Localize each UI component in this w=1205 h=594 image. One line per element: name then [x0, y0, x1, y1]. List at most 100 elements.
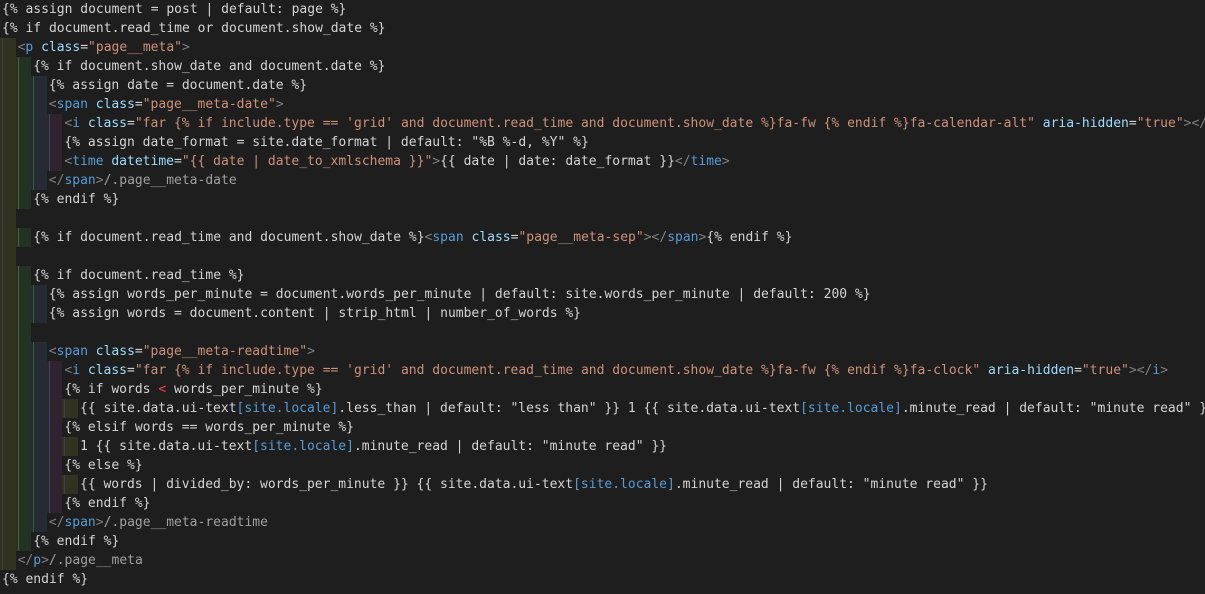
code-text: {% assign date_format = site.date_format…: [64, 133, 588, 152]
code-text: <i class="far {% if include.type == 'gri…: [64, 361, 1168, 380]
code-line[interactable]: {% assign words = document.content | str…: [0, 304, 1205, 323]
code-line[interactable]: {% assign date_format = site.date_format…: [0, 133, 1205, 152]
code-line[interactable]: {% assign words_per_minute = document.wo…: [0, 285, 1205, 304]
indent-guide: [2, 228, 3, 247]
indent-guide: [2, 551, 3, 570]
code-line[interactable]: {% if document.read_time and document.sh…: [0, 228, 1205, 247]
code-text: {% endif %}: [2, 570, 88, 589]
code-token: {% assign words = document.content | str…: [48, 306, 582, 321]
code-text: <time datetime="{{ date | date_to_xmlsch…: [64, 152, 729, 171]
indent-guide: [2, 114, 3, 133]
indent-guide: [33, 285, 35, 304]
code-token: fa-fw: [776, 116, 824, 131]
code-line[interactable]: {{ words | divided_by: words_per_minute …: [0, 475, 1205, 494]
code-line[interactable]: </span>/.page__meta-date: [0, 171, 1205, 190]
code-token: >: [721, 154, 730, 169]
code-token: i: [1152, 363, 1161, 378]
code-token: span: [432, 230, 464, 245]
code-token: </: [48, 173, 65, 188]
code-token: =: [134, 344, 143, 359]
indent-guide: [48, 437, 50, 456]
code-line[interactable]: {{ site.data.ui-text[site.locale].less_t…: [0, 399, 1205, 418]
code-line[interactable]: </span>/.page__meta-readtime: [0, 513, 1205, 532]
code-line[interactable]: <span class="page__meta-date">: [0, 95, 1205, 114]
code-line[interactable]: {% elsif words == words_per_minute %}: [0, 418, 1205, 437]
code-line[interactable]: <p class="page__meta">: [0, 38, 1205, 57]
code-line[interactable]: {% if document.show_date and document.da…: [0, 57, 1205, 76]
code-token: 1 {{ site.data.ui-text: [80, 439, 253, 454]
code-token: >: [1160, 363, 1169, 378]
code-line[interactable]: </p>/.page__meta: [0, 551, 1205, 570]
code-editor[interactable]: {% assign document = post | default: pag…: [0, 0, 1205, 594]
code-text: {% else %}: [64, 456, 142, 475]
code-line[interactable]: [0, 209, 1205, 228]
code-line[interactable]: [0, 323, 1205, 342]
code-text: {% if words < words_per_minute %}: [64, 380, 322, 399]
code-token: aria-hidden: [1042, 116, 1129, 131]
code-line[interactable]: {% else %}: [0, 456, 1205, 475]
code-token: {% elsif words == words_per_minute %}: [64, 420, 354, 435]
indent-guide: [33, 494, 35, 513]
code-line[interactable]: {% assign document = post | default: pag…: [0, 0, 1205, 19]
code-text: </p>/.page__meta: [18, 551, 143, 570]
indent-guide: [2, 361, 3, 380]
code-token: class: [95, 344, 135, 359]
code-token: </: [674, 154, 691, 169]
indent-guide: [33, 418, 35, 437]
code-token: time: [690, 154, 722, 169]
indent-guide: [17, 418, 19, 437]
code-line[interactable]: {% if document.read_time %}: [0, 266, 1205, 285]
indent-guide: [33, 76, 35, 95]
code-text: {% endif %}: [64, 494, 150, 513]
code-token: [site.locale]: [252, 439, 354, 454]
indent-guide: [33, 456, 35, 475]
indent-guide: [2, 380, 3, 399]
code-text: <span class="page__meta-readtime">: [49, 342, 315, 361]
code-line[interactable]: <i class="far {% if include.type == 'gri…: [0, 114, 1205, 133]
code-text: {% if document.read_time or document.sho…: [2, 19, 386, 38]
indent-guide: [48, 152, 50, 171]
indent-guide: [48, 418, 50, 437]
indent-guide: [17, 152, 19, 171]
code-token: {% assign date = document.date %}: [48, 78, 308, 93]
code-token: >: [95, 173, 104, 188]
indent-guide: [17, 513, 19, 532]
indent-guide: [17, 304, 19, 323]
code-line[interactable]: {% endif %}: [0, 190, 1205, 209]
code-line[interactable]: <time datetime="{{ date | date_to_xmlsch…: [0, 152, 1205, 171]
code-token: /.page__meta-date: [103, 173, 237, 188]
indent-guide: [48, 361, 50, 380]
code-token: {% if document.read_time or document.sho…: [2, 21, 386, 36]
code-line[interactable]: [0, 247, 1205, 266]
code-token: =: [173, 154, 182, 169]
code-text: {% if document.read_time %}: [33, 266, 244, 285]
code-line[interactable]: {% endif %}: [0, 532, 1205, 551]
indent-guide: [33, 475, 35, 494]
code-token: =: [134, 97, 143, 112]
code-token: {% endif %}: [823, 363, 910, 378]
indent-guide: [2, 418, 3, 437]
code-token: {% endif %}: [2, 572, 89, 587]
code-token: =: [1074, 363, 1082, 378]
code-line[interactable]: {% assign date = document.date %}: [0, 76, 1205, 95]
code-token: ></: [1128, 363, 1153, 378]
indent-guide: [48, 399, 50, 418]
code-token: =: [1128, 116, 1137, 131]
code-token: {% assign words_per_minute = document.wo…: [48, 287, 871, 302]
code-line[interactable]: {% endif %}: [0, 570, 1205, 589]
code-token: span: [64, 515, 96, 530]
indent-guide: [48, 494, 50, 513]
code-line[interactable]: {% if words < words_per_minute %}: [0, 380, 1205, 399]
code-line[interactable]: 1 {{ site.data.ui-text[site.locale].minu…: [0, 437, 1205, 456]
code-token: [site.locale]: [236, 401, 339, 416]
code-line[interactable]: {% endif %}: [0, 494, 1205, 513]
code-line[interactable]: <span class="page__meta-readtime">: [0, 342, 1205, 361]
code-line[interactable]: <i class="far {% if include.type == 'gri…: [0, 361, 1205, 380]
code-token: p: [33, 553, 42, 568]
code-line[interactable]: {% if document.read_time or document.sho…: [0, 19, 1205, 38]
code-token: {% if include.type == 'grid' and documen…: [173, 363, 777, 378]
indent-guide: [17, 190, 19, 209]
code-token: {% if document.show_date and document.da…: [33, 59, 386, 74]
indent-guide: [17, 133, 19, 152]
